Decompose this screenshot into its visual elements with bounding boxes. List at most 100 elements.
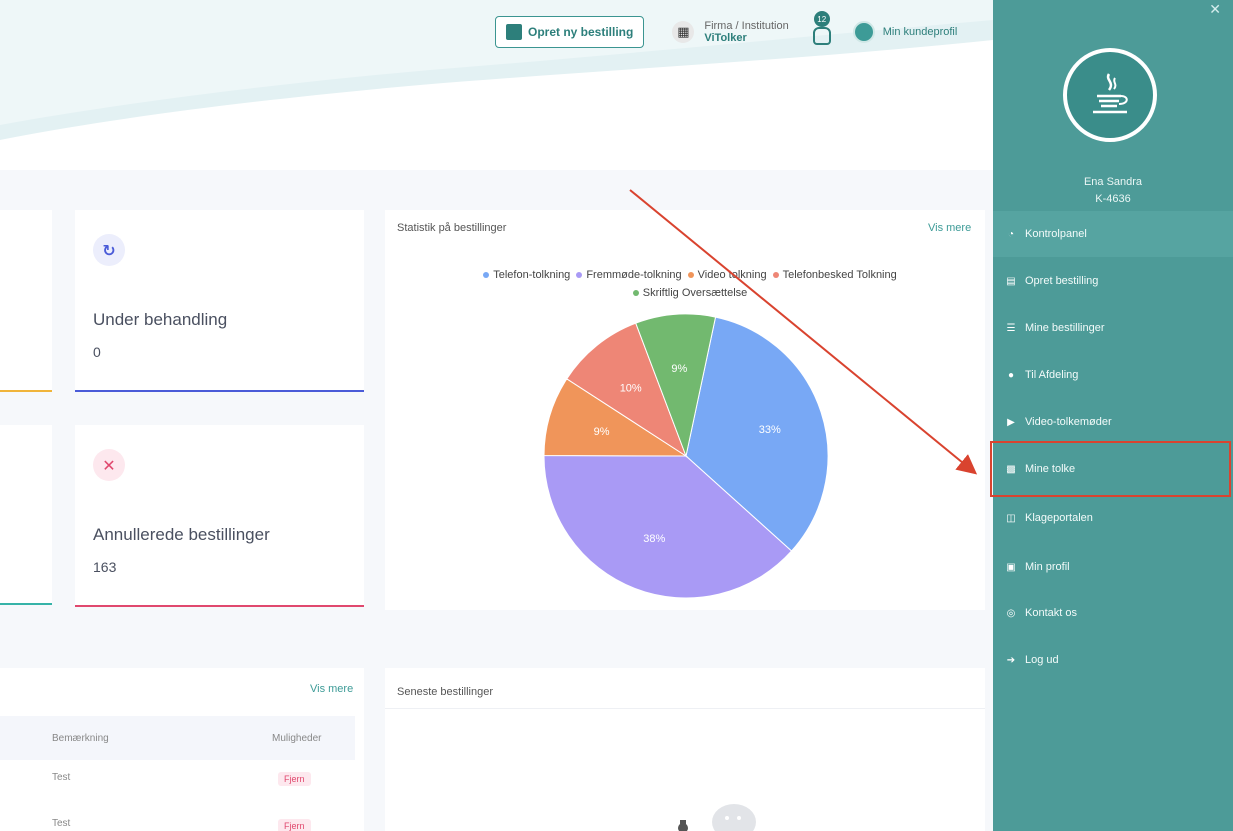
legend-label: Telefon-tolkning	[493, 269, 571, 281]
pie-data-label: 9%	[594, 426, 610, 438]
card-accent-bar	[0, 603, 52, 605]
stat-label: Annullerede bestillinger	[93, 525, 270, 544]
sidebar: ✕ Ena Sandra K-4636 ◔ Kontrolpanel ▤ Opret …	[993, 0, 1233, 831]
gate-icon: ◫	[1006, 512, 1016, 524]
stat-value: 0	[93, 344, 101, 360]
remove-button[interactable]: Fjern	[278, 772, 311, 786]
legend-swatch	[576, 272, 583, 279]
pie-data-label: 38%	[643, 533, 665, 545]
legend-swatch	[687, 272, 694, 279]
stat-label: Under behandling	[93, 310, 228, 329]
user-name: Ena Sandra	[1083, 176, 1143, 188]
sidebar-item-label: Kontrolpanel	[1025, 228, 1087, 240]
sidebar-item-label: Video-tolkemøder	[1025, 416, 1112, 428]
sidebar-item-label: Mine bestillinger	[1025, 322, 1105, 334]
column-header: Muligheder	[272, 733, 322, 744]
user-avatar	[1063, 48, 1157, 142]
divider	[385, 708, 985, 709]
empty-state-illustration	[678, 804, 756, 831]
top-toolbar: Opret ny bestilling ▦ Firma / Institutio…	[495, 11, 958, 50]
column-header: Bemærkning	[52, 733, 109, 744]
avatar	[852, 21, 875, 43]
table-row: Test Fjern	[0, 762, 355, 798]
close-icon: ✕	[93, 449, 125, 481]
firm-selector[interactable]: ▦ Firma / Institution ViTolker	[672, 20, 789, 44]
row-note: Test	[52, 772, 71, 783]
pie-chart: 33% 38% 9% 10% 9%	[543, 313, 829, 599]
firm-text: Firma / Institution ViTolker	[704, 20, 788, 44]
dashboard-icon: ◔	[1007, 228, 1015, 240]
sidebar-item-label: Klageportalen	[1025, 512, 1093, 524]
sidebar-item-label: Opret bestilling	[1025, 275, 1099, 287]
legend-swatch	[632, 290, 639, 297]
bell-icon	[812, 27, 831, 45]
legend-label: Telefonbesked Tolkning	[782, 269, 897, 281]
stat-card-partial	[0, 425, 52, 605]
sidebar-item-mine-bestillinger[interactable]: ☰ Mine bestillinger	[993, 305, 1233, 351]
legend-label: Video tolkning	[697, 269, 767, 281]
java-cup-icon	[1093, 73, 1128, 114]
sidebar-item-video-tolkemøder[interactable]: ▶ Video-tolkemøder	[993, 399, 1233, 445]
remove-button[interactable]: Fjern	[278, 819, 311, 831]
firm-label: Firma / Institution	[704, 20, 789, 32]
sidebar-item-klageportalen[interactable]: ◫ Klageportalen	[993, 495, 1233, 541]
video-icon: ▶	[1007, 416, 1015, 428]
legend-item[interactable]: Skriftlig Oversættelse	[632, 287, 748, 299]
sidebar-item-kontakt-os[interactable]: ◎ Kontakt os	[993, 590, 1233, 636]
table-header: Bemærkning Muligheder	[0, 716, 355, 760]
user-id: K-4636	[1095, 193, 1131, 205]
sidebar-item-label: Kontakt os	[1025, 607, 1077, 619]
close-sidebar-icon[interactable]: ✕	[1209, 2, 1221, 18]
chart-vis-mere-link[interactable]: Vis mere	[928, 222, 971, 234]
pie-data-label: 33%	[759, 424, 781, 436]
sidebar-item-opret-bestilling[interactable]: ▤ Opret bestilling	[993, 258, 1233, 304]
card-accent-bar	[75, 390, 364, 392]
legend-swatch	[483, 272, 490, 279]
new-order-label: Opret ny bestilling	[528, 25, 634, 39]
sidebar-item-min-profil[interactable]: ▣ Min profil	[993, 544, 1233, 590]
pie-data-label: 10%	[620, 382, 642, 394]
firm-name: ViTolker	[704, 32, 747, 44]
stat-card-pending[interactable]: ↻ Under behandling 0	[75, 210, 364, 392]
document-icon: ▤	[1006, 275, 1016, 287]
legend-item[interactable]: Fremmøde-tolkning	[576, 269, 682, 281]
latest-orders-title: Seneste bestillinger	[397, 686, 494, 698]
notification-badge: 12	[813, 11, 830, 27]
headset-icon: ◎	[1006, 607, 1016, 619]
card-accent-bar	[75, 605, 364, 607]
legend-label: Fremmøde-tolkning	[586, 269, 682, 281]
customer-profile-link[interactable]: Min kundeprofil	[852, 21, 958, 43]
sidebar-item-label: Min profil	[1025, 561, 1070, 573]
table-row: Test Fjern	[0, 806, 355, 831]
row-note: Test	[52, 818, 71, 829]
sidebar-item-til-afdeling[interactable]: ● Til Afdeling	[993, 352, 1233, 398]
user-info: Ena Sandra K-4636	[993, 174, 1233, 208]
sidebar-item-label: Log ud	[1025, 654, 1059, 666]
stat-card-cancelled[interactable]: ✕ Annullerede bestillinger 163	[75, 425, 364, 607]
header-area: Opret ny bestilling ▦ Firma / Institutio…	[0, 0, 993, 170]
sidebar-item-log-ud[interactable]: ➔ Log ud	[993, 637, 1233, 683]
profile-icon: ▣	[1006, 561, 1016, 573]
legend-label: Skriftlig Oversættelse	[642, 287, 748, 299]
annotation-highlight-box	[990, 441, 1231, 497]
user-icon: ●	[1007, 369, 1015, 381]
orders-vis-mere-link[interactable]: Vis mere	[310, 683, 353, 695]
legend-swatch	[772, 272, 779, 279]
new-order-button[interactable]: Opret ny bestilling	[495, 16, 645, 48]
list-icon: ☰	[1006, 322, 1016, 334]
add-document-icon	[506, 24, 522, 40]
sidebar-item-label: Til Afdeling	[1025, 369, 1079, 381]
notifications-button[interactable]: 12	[811, 11, 833, 47]
stat-value: 163	[93, 559, 117, 575]
stat-card-partial	[0, 210, 52, 392]
profile-label: Min kundeprofil	[882, 26, 958, 38]
chart-legend: Telefon-tolkning Fremmøde-tolkning Video t…	[405, 266, 975, 302]
legend-item[interactable]: Telefonbesked Tolkning	[772, 269, 897, 281]
chart-panel-title: Statistik på bestillinger	[397, 222, 507, 234]
refresh-icon: ↻	[93, 234, 125, 266]
card-accent-bar	[0, 390, 52, 392]
building-icon: ▦	[672, 21, 695, 43]
sidebar-item-kontrolpanel[interactable]: ◔ Kontrolpanel	[993, 211, 1233, 257]
legend-item[interactable]: Video tolkning	[687, 269, 767, 281]
legend-item[interactable]: Telefon-tolkning	[483, 269, 570, 281]
